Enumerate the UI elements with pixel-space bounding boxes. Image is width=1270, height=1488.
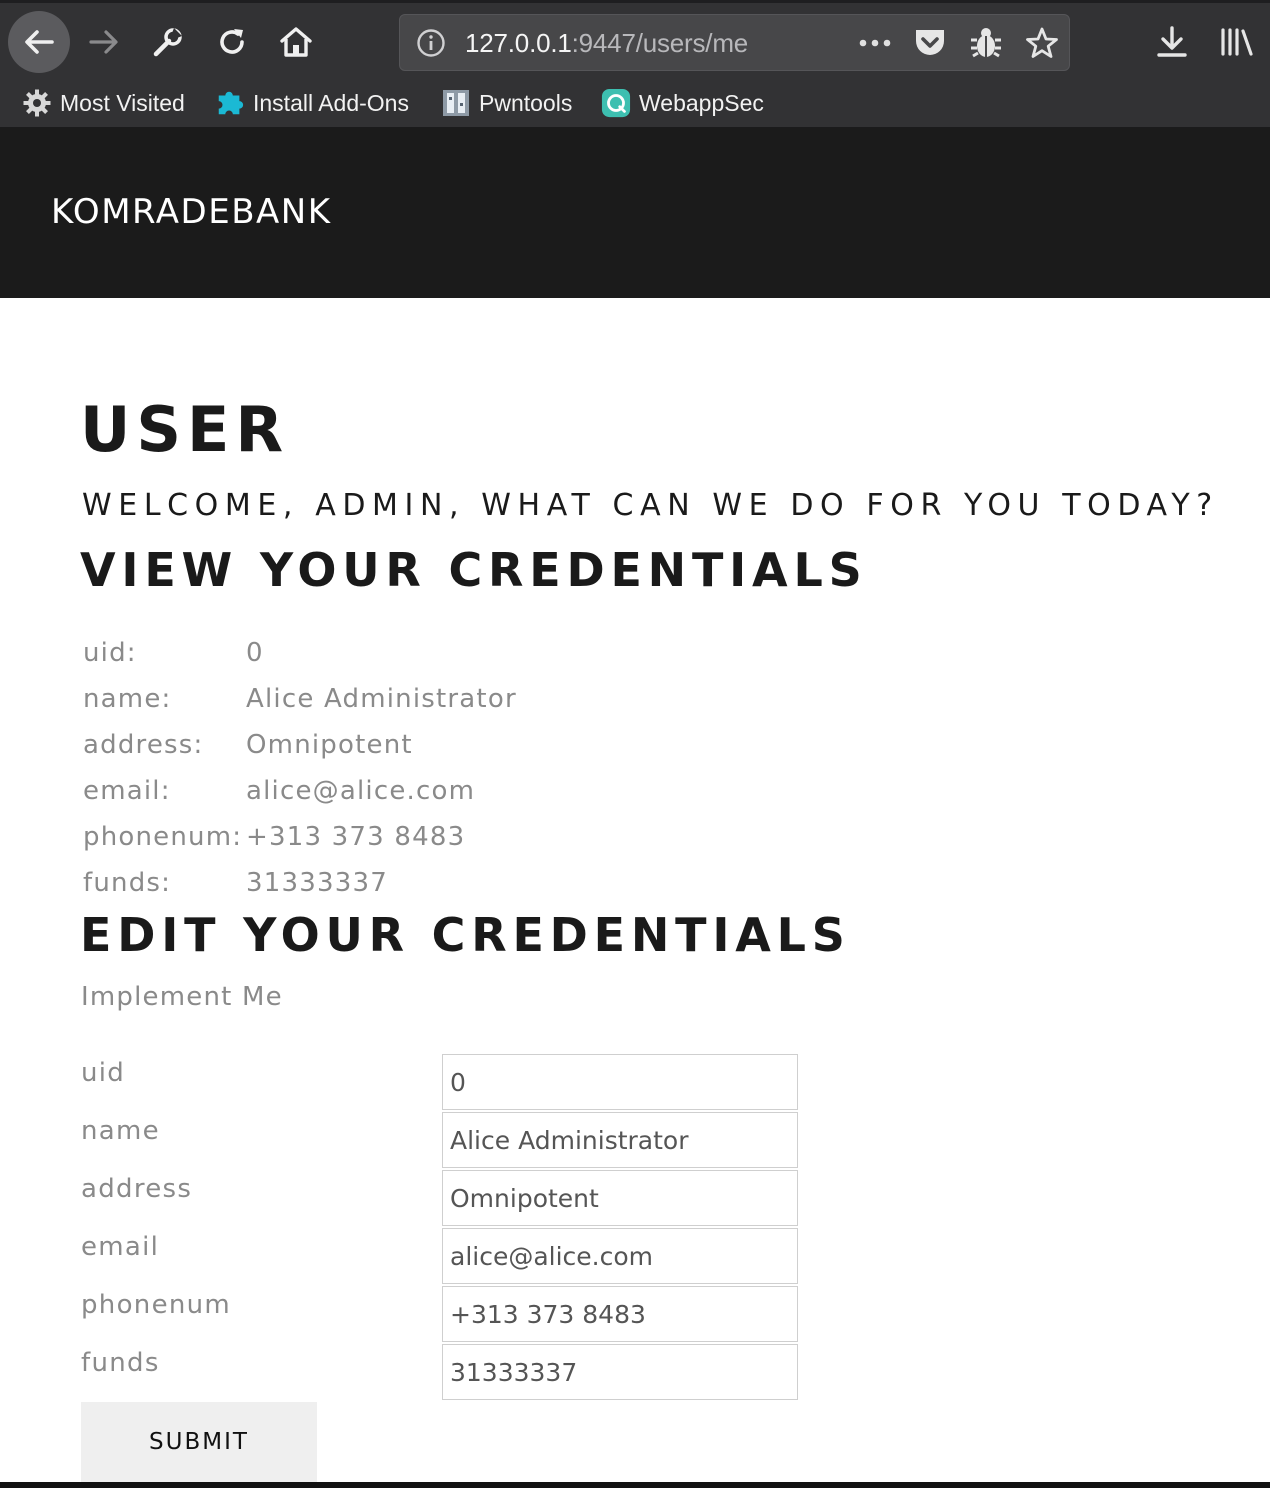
info-icon[interactable] bbox=[416, 28, 446, 62]
credential-value: Omnipotent bbox=[246, 730, 413, 760]
credential-key: email: bbox=[83, 776, 171, 806]
form-row-phonenum: phonenum bbox=[0, 1286, 800, 1344]
arrow-left-icon bbox=[25, 30, 54, 54]
view-credentials-heading: VIEW YOUR CREDENTIALS bbox=[80, 543, 868, 597]
back-button[interactable] bbox=[8, 11, 70, 73]
bookmark-label: Install Add-Ons bbox=[253, 89, 409, 116]
address-label: address bbox=[81, 1174, 193, 1204]
window-bottom-edge bbox=[0, 1482, 1270, 1488]
credential-key: address: bbox=[83, 730, 204, 760]
downloads-button[interactable] bbox=[1150, 20, 1194, 64]
extension-button[interactable] bbox=[966, 23, 1006, 63]
download-icon bbox=[1157, 26, 1187, 57]
wrench-icon bbox=[153, 28, 182, 57]
gear-icon bbox=[22, 88, 52, 118]
bug-icon bbox=[971, 28, 1001, 58]
pocket-icon bbox=[916, 30, 944, 55]
funds-label: funds bbox=[81, 1348, 160, 1378]
star-icon bbox=[1026, 27, 1058, 58]
home-button[interactable] bbox=[268, 14, 324, 70]
url-text[interactable]: 127.0.0.1:9447/users/me bbox=[465, 28, 748, 59]
developer-tools-button[interactable] bbox=[140, 14, 196, 70]
submit-button[interactable]: SUBMIT bbox=[81, 1402, 317, 1482]
page-title: USER bbox=[80, 393, 290, 466]
form-row-name: name bbox=[0, 1112, 800, 1170]
brand-logo-link[interactable]: KOMRADEBANK bbox=[51, 192, 332, 232]
address-bar[interactable]: 127.0.0.1:9447/users/me bbox=[399, 14, 1070, 71]
email-field[interactable] bbox=[442, 1228, 798, 1284]
form-row-uid: uid bbox=[0, 1054, 800, 1112]
phonenum-field[interactable] bbox=[442, 1286, 798, 1342]
bookmark-label: Most Visited bbox=[60, 89, 185, 116]
webappsec-icon bbox=[601, 88, 631, 118]
credential-key: funds: bbox=[83, 868, 172, 898]
site-header: KOMRADEBANK bbox=[0, 128, 1270, 298]
uid-field[interactable] bbox=[442, 1054, 798, 1110]
page-actions-button[interactable] bbox=[855, 23, 895, 63]
reload-button[interactable] bbox=[204, 14, 260, 70]
credential-key: phonenum: bbox=[83, 822, 243, 852]
reload-icon bbox=[220, 29, 244, 54]
form-row-email: email bbox=[0, 1228, 800, 1286]
home-icon bbox=[280, 27, 312, 57]
credential-value: +313 373 8483 bbox=[246, 822, 466, 852]
credential-value: 31333337 bbox=[246, 868, 388, 898]
bookmark-pwntools[interactable]: Pwntools bbox=[441, 86, 572, 120]
pocket-button[interactable] bbox=[910, 23, 950, 63]
form-row-funds: funds bbox=[0, 1344, 800, 1402]
credential-key: uid: bbox=[83, 638, 137, 668]
puzzle-icon bbox=[215, 88, 245, 118]
address-field[interactable] bbox=[442, 1170, 798, 1226]
uid-label: uid bbox=[81, 1058, 126, 1088]
bookmark-star-button[interactable] bbox=[1022, 23, 1062, 63]
bookmark-label: Pwntools bbox=[479, 89, 573, 116]
library-icon bbox=[1221, 28, 1253, 56]
arrow-right-icon bbox=[89, 30, 118, 54]
more-icon bbox=[859, 39, 891, 47]
bookmark-install-add-ons[interactable]: Install Add-Ons bbox=[215, 86, 409, 120]
bookmark-webappsec[interactable]: WebappSec bbox=[601, 86, 764, 120]
funds-field[interactable] bbox=[442, 1344, 798, 1400]
bookmarks-toolbar: Most Visited Install Add-Ons Pwntools We… bbox=[0, 80, 1270, 126]
tab-strip bbox=[0, 0, 1270, 3]
edit-credentials-heading: EDIT YOUR CREDENTIALS bbox=[80, 908, 851, 962]
credential-value: alice@alice.com bbox=[246, 776, 476, 806]
url-path: :9447/users/me bbox=[571, 28, 749, 58]
bookmark-label: WebappSec bbox=[639, 89, 764, 116]
name-label: name bbox=[81, 1116, 160, 1146]
browser-toolbar: 127.0.0.1:9447/users/me Most Visited Ins… bbox=[0, 0, 1270, 128]
library-button[interactable] bbox=[1215, 20, 1259, 64]
forward-button[interactable] bbox=[76, 14, 132, 70]
url-host: 127.0.0.1 bbox=[465, 28, 572, 58]
form-row-address: address bbox=[0, 1170, 800, 1228]
name-field[interactable] bbox=[442, 1112, 798, 1168]
page-content: USER WELCOME, ADMIN, WHAT CAN WE DO FOR … bbox=[0, 298, 1270, 1482]
credential-key: name: bbox=[83, 684, 172, 714]
email-label: email bbox=[81, 1232, 160, 1262]
credential-value: Alice Administrator bbox=[246, 684, 517, 714]
welcome-message: WELCOME, ADMIN, WHAT CAN WE DO FOR YOU T… bbox=[82, 488, 1219, 523]
phonenum-label: phonenum bbox=[81, 1290, 232, 1320]
implement-note: Implement Me bbox=[81, 982, 283, 1012]
credential-value: 0 bbox=[246, 638, 264, 668]
bookmark-most-visited[interactable]: Most Visited bbox=[22, 86, 185, 120]
pwntools-icon bbox=[441, 88, 471, 118]
